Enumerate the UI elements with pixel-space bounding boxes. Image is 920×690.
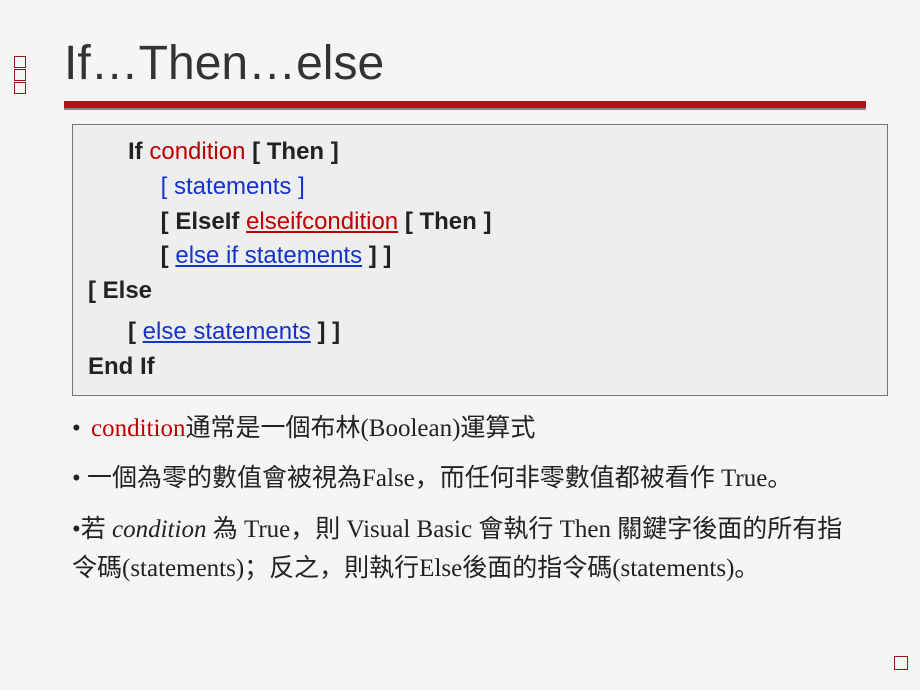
var-statements: [ statements ] [161,173,305,200]
kw-endif: End If [88,353,155,380]
bracket-open: [ [161,242,169,269]
code-line-4: [ else if statements ] ] [128,239,871,274]
bracket-close2: ] ] [317,318,340,345]
note-1: • condition通常是一個布林(Boolean)運算式 [72,410,846,449]
var-elseif-statements: else if statements [175,242,362,269]
gutter-box [14,82,26,94]
left-gutter-decor [14,56,26,95]
note-2: • 一個為零的數值會被視為False，而任何非零數值都被看作 True。 [72,460,846,499]
code-line-2: [ statements ] [128,170,871,205]
kw-else: [ Else [88,277,152,304]
note-2-text: • 一個為零的數值會被視為False，而任何非零數值都被看作 True。 [72,465,792,492]
note-3a: •若 [72,516,112,543]
code-line-6: [ else statements ] ] [128,315,871,350]
note-3-condition: condition [112,516,206,543]
code-line-1: If condition [ Then ] [128,135,871,170]
note-3: •若 condition 為 True，則 Visual Basic 會執行 T… [72,511,846,589]
slide: If…Then…else If condition [ Then ] [ sta… [0,0,920,690]
kw-then2: [ Then ] [405,208,492,235]
slide-title: If…Then…else [64,36,866,91]
rule-gray [64,108,866,110]
title-rule [64,101,866,110]
bullet: • [72,415,87,442]
var-condition: condition [149,138,245,165]
code-line-5: [ Else [88,274,871,309]
kw-elseif: [ ElseIf [161,208,240,235]
note-condition: condition [91,415,185,442]
note-1-text: 通常是一個布林(Boolean)運算式 [185,415,535,442]
kw-if: If [128,138,143,165]
kw-then: [ Then ] [252,138,339,165]
gutter-box [14,56,26,68]
var-elseifcondition: elseifcondition [246,208,398,235]
corner-decor [894,656,908,670]
bracket-close: ] ] [369,242,392,269]
bracket-open2: [ [128,318,136,345]
rule-red [64,101,866,108]
code-line-3: [ ElseIf elseifcondition [ Then ] [128,205,871,240]
syntax-box: If condition [ Then ] [ statements ] [ E… [72,124,888,396]
code-line-7: End If [88,350,871,385]
gutter-box [14,69,26,81]
var-else-statements: else statements [143,318,311,345]
